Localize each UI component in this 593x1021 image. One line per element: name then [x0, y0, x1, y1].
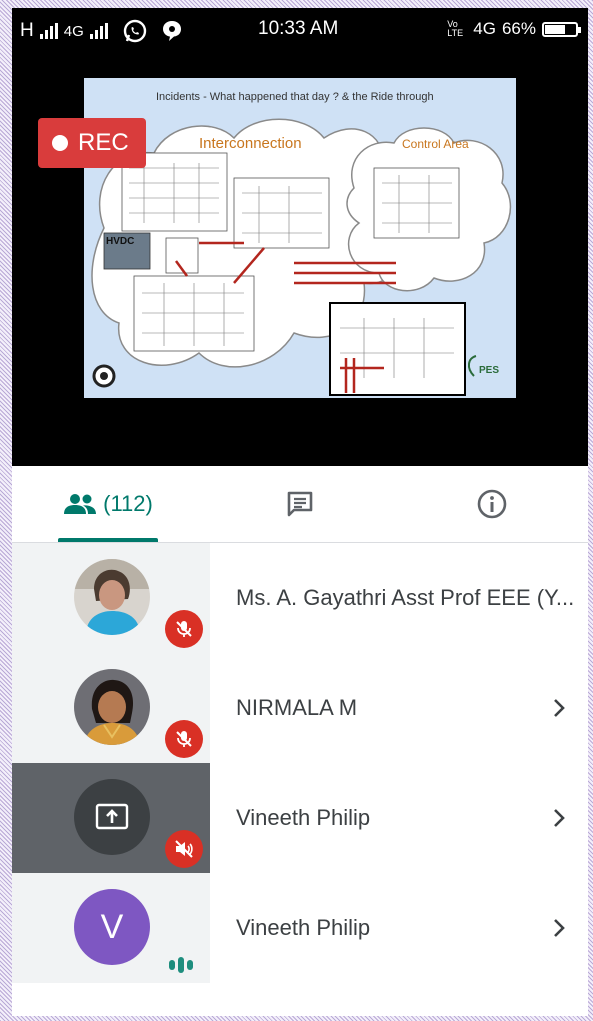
signal-icon-2 — [89, 23, 108, 39]
slide-graphic: Incidents - What happened that day ? & t… — [84, 78, 516, 398]
mic-off-icon — [176, 621, 192, 637]
slide-logo-pes: PES — [479, 365, 499, 376]
participant-row[interactable]: Ms. A. Gayathri Asst Prof EEE (Y... — [12, 543, 588, 653]
chat-bubble-icon — [162, 21, 181, 41]
presenting-avatar — [74, 779, 150, 855]
chevron-right-icon[interactable] — [544, 693, 574, 723]
record-dot-icon — [52, 135, 68, 151]
participant-row[interactable]: NIRMALA M — [12, 653, 588, 763]
participant-tile — [12, 543, 210, 653]
network-type-h: H — [20, 20, 34, 41]
slide-title: Incidents - What happened that day ? & t… — [156, 91, 434, 103]
chevron-right-icon[interactable] — [544, 803, 574, 833]
volte-label: Vo LTE — [447, 19, 464, 38]
mic-off-badge — [165, 610, 203, 648]
participant-row[interactable]: V Vineeth Philip — [12, 873, 588, 983]
slide-label-hvdc: HVDC — [106, 236, 134, 247]
participant-tile — [12, 653, 210, 763]
chevron-right-icon[interactable] — [544, 913, 574, 943]
tab-chat[interactable] — [272, 466, 328, 542]
people-icon — [64, 494, 97, 514]
meeting-tabs: (112) — [12, 466, 588, 543]
audio-level-icon — [169, 957, 193, 973]
network-type-4g-2: 4G — [473, 19, 496, 38]
status-left: H 4G — [20, 18, 184, 44]
signal-icon — [39, 23, 58, 39]
avatar — [74, 669, 150, 745]
presentation-video[interactable]: REC Incidents - What happened that day ?… — [12, 52, 588, 466]
clock: 10:33 AM — [258, 18, 339, 39]
participant-row[interactable]: Vineeth Philip — [12, 763, 588, 873]
participant-name: Vineeth Philip — [236, 805, 371, 830]
participant-name: Ms. A. Gayathri Asst Prof EEE (Y... — [236, 585, 575, 610]
present-screen-icon — [95, 803, 129, 830]
status-right: Vo LTE 4G 66% — [447, 19, 581, 39]
mic-off-badge — [165, 720, 203, 758]
recording-label: REC — [78, 129, 129, 156]
battery-icon — [542, 21, 581, 37]
battery-percent: 66% — [501, 19, 536, 38]
battery-fill — [545, 24, 565, 34]
slide-label-control-area: Control Area — [402, 137, 469, 151]
mic-off-icon — [176, 731, 192, 747]
tab-people[interactable]: (112) — [58, 466, 158, 542]
volume-off-icon — [175, 840, 193, 858]
whatsapp-icon — [123, 19, 146, 43]
participant-tile: V — [12, 873, 210, 983]
chat-icon — [287, 491, 313, 517]
volume-off-badge — [165, 830, 203, 868]
avatar-initial: V — [74, 889, 150, 965]
meet-app-frame: H 4G 10:33 AM Vo LTE 4G 66% REC Incident… — [12, 8, 588, 1016]
network-type-4g: 4G — [63, 22, 84, 40]
participant-name: Vineeth Philip — [236, 915, 371, 940]
participant-name: NIRMALA M — [236, 695, 358, 720]
recording-indicator: REC — [38, 118, 146, 168]
tab-info[interactable] — [462, 466, 522, 542]
participant-tile — [12, 763, 210, 873]
avatar — [74, 559, 150, 635]
slide-label-interconnection: Interconnection — [199, 135, 302, 152]
status-bar: H 4G 10:33 AM Vo LTE 4G 66% — [12, 8, 588, 52]
people-count: (112) — [103, 491, 153, 516]
shared-slide: Incidents - What happened that day ? & t… — [84, 78, 516, 398]
info-icon — [477, 489, 507, 519]
